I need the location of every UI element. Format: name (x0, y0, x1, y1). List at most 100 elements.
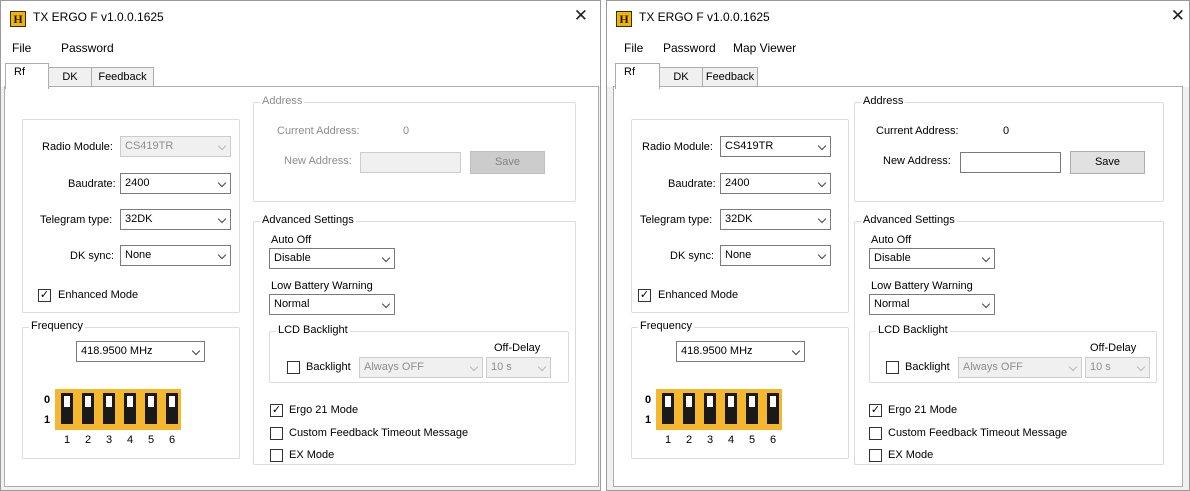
chevron-down-icon (217, 214, 227, 224)
dip-number-4: 4 (727, 434, 735, 446)
close-icon[interactable]: ✕ (1171, 6, 1185, 26)
auto-off-value: Disable (874, 252, 911, 264)
dip-switch-3[interactable] (704, 393, 716, 424)
telegram-type-label: Telegram type: (40, 214, 113, 226)
title-bar: H TX ERGO F v1.0.0.1625 ✕ (1, 1, 600, 33)
dip-switch-6[interactable] (767, 393, 779, 424)
current-address-label: Current Address: (876, 125, 959, 137)
dip-number-4: 4 (126, 434, 134, 446)
enhanced-mode-checkbox[interactable]: ✓ (638, 289, 651, 302)
menu-password[interactable]: Password (663, 41, 716, 55)
custom-feedback-checkbox[interactable] (869, 427, 882, 440)
telegram-type-select[interactable]: 32DK (720, 209, 831, 230)
dk-sync-label: DK sync: (70, 250, 115, 262)
right-window: H TX ERGO F v1.0.0.1625 ✕ File Password … (606, 0, 1190, 491)
menu-password[interactable]: Password (61, 41, 114, 55)
off-delay-label: Off-Delay (1090, 342, 1137, 354)
dip-row-1-label: 1 (44, 414, 51, 426)
lcd-backlight-caption: LCD Backlight (876, 324, 950, 336)
chevron-down-icon (469, 362, 479, 372)
tab-feedback[interactable]: Feedback (91, 67, 154, 88)
dip-number-6: 6 (168, 434, 176, 446)
current-address-label: Current Address: (277, 125, 360, 137)
tab-feedback[interactable]: Feedback (702, 67, 758, 88)
dip-number-2: 2 (84, 434, 92, 446)
off-delay-label: Off-Delay (494, 342, 541, 354)
chevron-down-icon (537, 362, 547, 372)
chevron-down-icon (217, 178, 227, 188)
frequency-select[interactable]: 418.9500 MHz (76, 341, 205, 362)
ex-mode-checkbox[interactable] (869, 449, 882, 462)
dk-sync-select[interactable]: None (120, 245, 231, 266)
dip-switch-4[interactable] (124, 393, 136, 424)
save-button[interactable]: Save (1070, 151, 1145, 174)
radio-module-label: Radio Module: (642, 141, 713, 153)
custom-feedback-checkbox[interactable] (270, 427, 283, 440)
frequency-select[interactable]: 418.9500 MHz (676, 341, 805, 362)
dk-sync-value: None (725, 249, 752, 261)
dip-switch-2[interactable] (82, 393, 94, 424)
low-battery-select[interactable]: Normal (869, 294, 995, 315)
lcd-backlight-caption: LCD Backlight (276, 324, 350, 336)
off-delay-select: 10 s (1085, 357, 1150, 378)
menu-file[interactable]: File (624, 41, 643, 55)
backlight-label: Backlight (905, 361, 950, 373)
dip-switch-6[interactable] (166, 393, 178, 424)
tab-dk[interactable]: DK (659, 67, 703, 88)
chevron-down-icon (1068, 362, 1078, 372)
dip-number-6: 6 (769, 434, 777, 446)
baudrate-label: Baudrate: (68, 178, 116, 190)
ergo21-checkbox[interactable]: ✓ (270, 404, 283, 417)
dip-number-2: 2 (685, 434, 693, 446)
dip-row-0-label: 0 (44, 394, 51, 406)
auto-off-select[interactable]: Disable (869, 248, 995, 269)
close-icon[interactable]: ✕ (574, 6, 588, 26)
backlight-checkbox[interactable] (287, 361, 300, 374)
title-bar: H TX ERGO F v1.0.0.1625 ✕ (607, 1, 1189, 33)
backlight-checkbox[interactable] (886, 361, 899, 374)
rf-tab-page: Radio Module: CS419TR Baudrate: 2400 Tel… (613, 86, 1183, 487)
dip-switch-1[interactable] (662, 393, 674, 424)
tab-dk[interactable]: DK (48, 67, 92, 88)
dip-switch-5[interactable] (746, 393, 758, 424)
advanced-settings-caption: Advanced Settings (260, 214, 356, 226)
ex-mode-checkbox[interactable] (270, 449, 283, 462)
baudrate-select[interactable]: 2400 (720, 173, 831, 194)
dip-knob (770, 396, 776, 407)
ergo21-label: Ergo 21 Mode (888, 404, 958, 416)
baudrate-label: Baudrate: (668, 178, 716, 190)
ergo21-checkbox[interactable]: ✓ (869, 404, 882, 417)
dip-switch-5[interactable] (145, 393, 157, 424)
advanced-settings-caption: Advanced Settings (861, 214, 957, 226)
dip-knob (728, 396, 734, 407)
menu-bar: File Password (1, 33, 600, 61)
dip-switch-block (656, 389, 782, 430)
dip-switch-4[interactable] (725, 393, 737, 424)
address-caption: Address (861, 95, 906, 107)
enhanced-mode-label: Enhanced Mode (58, 289, 139, 301)
off-delay-value: 10 s (1090, 361, 1111, 373)
dk-sync-select[interactable]: None (720, 245, 831, 266)
dip-knob (106, 396, 112, 407)
new-address-input[interactable] (960, 152, 1061, 173)
dip-row-1-label: 1 (645, 414, 652, 426)
dip-switch-3[interactable] (103, 393, 115, 424)
radio-module-select[interactable]: CS419TR (720, 136, 831, 157)
dip-switch-2[interactable] (683, 393, 695, 424)
menu-map-viewer[interactable]: Map Viewer (733, 41, 796, 55)
chevron-down-icon (981, 253, 991, 263)
tab-rf[interactable]: Rf (5, 63, 49, 89)
window-title: TX ERGO F v1.0.0.1625 (33, 10, 164, 24)
dip-switch-1[interactable] (61, 393, 73, 424)
low-battery-select[interactable]: Normal (269, 294, 395, 315)
menu-file[interactable]: File (12, 41, 31, 55)
auto-off-value: Disable (274, 252, 311, 264)
dip-knob (148, 396, 154, 407)
tab-rf[interactable]: Rf (615, 63, 660, 89)
backlight-label: Backlight (306, 361, 351, 373)
telegram-type-select[interactable]: 32DK (120, 209, 231, 230)
dk-sync-label: DK sync: (670, 250, 715, 262)
enhanced-mode-checkbox[interactable]: ✓ (38, 289, 51, 302)
auto-off-select[interactable]: Disable (269, 248, 395, 269)
baudrate-select[interactable]: 2400 (120, 173, 231, 194)
